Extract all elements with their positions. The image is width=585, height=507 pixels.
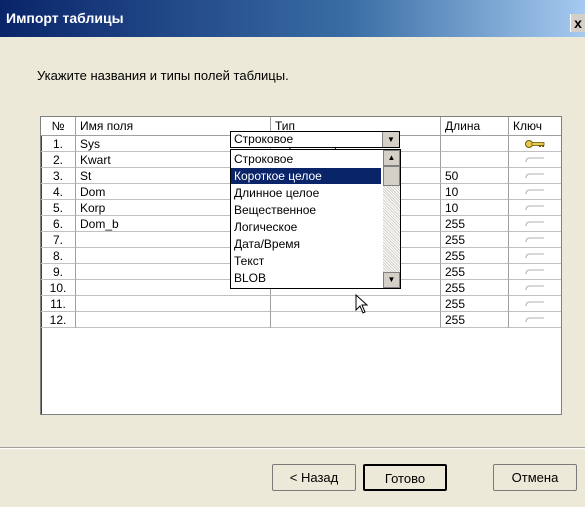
dropdown-scrollbar[interactable]: ▲ ▼: [383, 150, 400, 288]
field-length-cell[interactable]: 255: [441, 280, 509, 296]
row-number[interactable]: 3.: [41, 168, 76, 184]
key-icon[interactable]: [524, 139, 546, 149]
header-length: Длина: [441, 117, 509, 136]
dropdown-option[interactable]: Дата/Время: [231, 236, 381, 252]
key-cell[interactable]: [509, 184, 561, 200]
key-outline-icon[interactable]: [524, 219, 546, 229]
table-row[interactable]: 12. 255: [41, 312, 561, 328]
scroll-down-button[interactable]: ▼: [383, 272, 400, 288]
key-cell[interactable]: [509, 248, 561, 264]
dropdown-option[interactable]: Строковое: [231, 151, 381, 167]
row-number[interactable]: 8.: [41, 248, 76, 264]
close-button[interactable]: x: [570, 14, 585, 32]
row-number[interactable]: 9.: [41, 264, 76, 280]
key-outline-icon[interactable]: [524, 251, 546, 261]
field-length-cell[interactable]: 255: [441, 216, 509, 232]
field-length-cell[interactable]: 50: [441, 168, 509, 184]
key-outline-icon[interactable]: [524, 155, 546, 165]
key-outline-icon[interactable]: [524, 267, 546, 277]
key-cell[interactable]: [509, 232, 561, 248]
back-button[interactable]: < Назад: [272, 464, 356, 491]
type-combo[interactable]: Строковое ▼: [230, 131, 400, 148]
type-combo-value: Строковое: [234, 132, 294, 146]
instruction-text: Укажите названия и типы полей таблицы.: [37, 68, 289, 83]
key-outline-icon[interactable]: [524, 187, 546, 197]
import-table-dialog: Импорт таблицы x Укажите названия и типы…: [0, 0, 585, 507]
window-title: Импорт таблицы: [6, 10, 124, 26]
field-length-cell[interactable]: 255: [441, 232, 509, 248]
separator: [0, 447, 585, 449]
key-cell[interactable]: [509, 216, 561, 232]
dropdown-option[interactable]: Текст: [231, 253, 381, 269]
key-cell[interactable]: [509, 296, 561, 312]
field-length-cell[interactable]: 255: [441, 264, 509, 280]
field-name-cell[interactable]: [76, 296, 271, 312]
cancel-button[interactable]: Отмена: [493, 464, 577, 491]
type-dropdown-list[interactable]: Строковое Короткое целое Длинное целое Веще…: [230, 149, 401, 289]
field-length-cell[interactable]: 255: [441, 248, 509, 264]
key-cell[interactable]: [509, 136, 561, 152]
key-cell[interactable]: [509, 152, 561, 168]
dropdown-option[interactable]: Логическое: [231, 219, 381, 235]
key-cell[interactable]: [509, 168, 561, 184]
field-name-cell[interactable]: [76, 312, 271, 328]
key-cell[interactable]: [509, 280, 561, 296]
key-outline-icon[interactable]: [524, 171, 546, 181]
dropdown-option[interactable]: Короткое целое: [231, 168, 381, 184]
field-length-cell[interactable]: 10: [441, 184, 509, 200]
header-key: Ключ: [509, 117, 561, 136]
field-length-cell[interactable]: 10: [441, 200, 509, 216]
row-number[interactable]: 5.: [41, 200, 76, 216]
row-number[interactable]: 6.: [41, 216, 76, 232]
field-type-cell[interactable]: [271, 312, 441, 328]
finish-button[interactable]: Готово: [363, 464, 447, 491]
key-outline-icon[interactable]: [524, 315, 546, 325]
key-outline-icon[interactable]: [524, 299, 546, 309]
row-number[interactable]: 10.: [41, 280, 76, 296]
dropdown-option[interactable]: BLOB: [231, 270, 381, 286]
dropdown-option[interactable]: Вещественное: [231, 202, 381, 218]
row-number[interactable]: 1.: [41, 136, 76, 152]
mouse-cursor-icon: [355, 294, 369, 314]
title-bar[interactable]: Импорт таблицы x: [0, 0, 585, 37]
row-number[interactable]: 11.: [41, 296, 76, 312]
combo-dropdown-button[interactable]: ▼: [382, 132, 399, 147]
header-num: №: [41, 117, 76, 136]
field-length-cell[interactable]: [441, 136, 509, 152]
scroll-thumb[interactable]: [383, 166, 400, 186]
row-number[interactable]: 12.: [41, 312, 76, 328]
key-outline-icon[interactable]: [524, 203, 546, 213]
dropdown-option[interactable]: Длинное целое: [231, 185, 381, 201]
row-number[interactable]: 7.: [41, 232, 76, 248]
scroll-up-button[interactable]: ▲: [383, 150, 400, 166]
key-outline-icon[interactable]: [524, 283, 546, 293]
field-length-cell[interactable]: 255: [441, 296, 509, 312]
row-number[interactable]: 4.: [41, 184, 76, 200]
key-cell[interactable]: [509, 200, 561, 216]
key-cell[interactable]: [509, 264, 561, 280]
key-cell[interactable]: [509, 312, 561, 328]
row-number[interactable]: 2.: [41, 152, 76, 168]
table-row[interactable]: 11. 255: [41, 296, 561, 312]
field-length-cell[interactable]: [441, 152, 509, 168]
field-length-cell[interactable]: 255: [441, 312, 509, 328]
key-outline-icon[interactable]: [524, 235, 546, 245]
